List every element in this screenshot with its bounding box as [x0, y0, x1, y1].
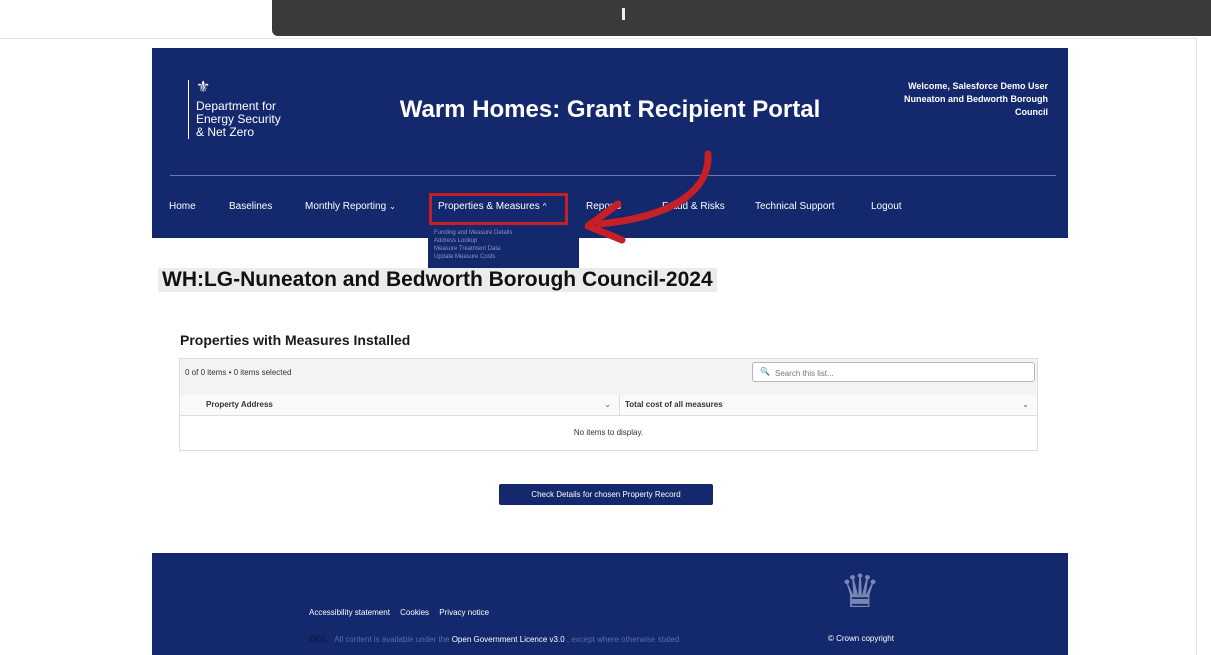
government-crest-icon: ⚜ — [196, 79, 211, 96]
dropdown-item[interactable]: Measure Treatment Data — [428, 245, 579, 253]
nav-monthly-reporting[interactable]: Monthly Reporting ⌄ — [305, 201, 396, 212]
nav-baselines[interactable]: Baselines — [229, 201, 272, 212]
licence-prefix: All content is available under the — [334, 635, 450, 644]
column-property-address[interactable]: Property Address ⌄ — [180, 395, 620, 415]
dropdown-item[interactable]: Update Measure Costs — [428, 253, 579, 261]
welcome-message: Welcome, Salesforce Demo User Nuneaton a… — [904, 81, 1048, 117]
annotation-arrow — [584, 150, 712, 244]
properties-dropdown-menu: Funding and Measure Details Address Look… — [428, 225, 579, 270]
licence-link[interactable]: Open Government Licence v3.0 — [452, 635, 565, 644]
nav-home[interactable]: Home — [169, 201, 196, 212]
empty-state: No items to display. — [573, 428, 644, 437]
footer-link-privacy[interactable]: Privacy notice — [439, 608, 489, 617]
crown-copyright[interactable]: © Crown copyright — [828, 634, 894, 643]
licence-suffix: , except where otherwise stated — [566, 635, 680, 644]
chevron-down-icon[interactable]: ⌄ — [604, 395, 611, 415]
tab-indicator — [622, 8, 625, 20]
table-header: Property Address ⌄ Total cost of all mea… — [180, 395, 1037, 416]
dropdown-item[interactable]: Address Lookup — [428, 237, 579, 245]
dropdown-item[interactable]: Funding and Measure Details — [428, 229, 579, 237]
item-count: 0 of 0 items • 0 items selected — [185, 368, 292, 377]
search-input[interactable] — [773, 365, 1027, 381]
section-title: Properties with Measures Installed — [180, 332, 411, 348]
check-details-button[interactable]: Check Details for chosen Property Record — [499, 484, 713, 505]
page-title: WH:LG-Nuneaton and Bedworth Borough Coun… — [158, 268, 717, 292]
search-box[interactable]: 🔍 — [752, 362, 1035, 382]
nav-technical-support[interactable]: Technical Support — [755, 201, 835, 212]
ogl-logo: OGL — [309, 634, 329, 644]
scrollbar-track[interactable] — [1196, 38, 1211, 655]
footer-link-cookies[interactable]: Cookies — [400, 608, 429, 617]
list-toolbar: 0 of 0 items • 0 items selected 🔍 — [180, 359, 1037, 396]
footer-link-accessibility[interactable]: Accessibility statement — [309, 608, 390, 617]
royal-coat-of-arms-icon: ♛ — [839, 565, 881, 617]
browser-top-bar — [272, 0, 1211, 36]
nav-logout[interactable]: Logout — [871, 201, 902, 212]
site-footer: Accessibility statement Cookies Privacy … — [152, 553, 1068, 655]
licence-statement: OGL All content is available under the O… — [309, 634, 679, 644]
properties-list: 0 of 0 items • 0 items selected 🔍 Proper… — [179, 358, 1038, 451]
browser-divider — [0, 38, 1211, 39]
search-icon: 🔍 — [760, 367, 770, 376]
footer-links: Accessibility statement Cookies Privacy … — [309, 608, 497, 617]
chevron-down-icon[interactable]: ⌄ — [1022, 395, 1029, 415]
column-total-cost[interactable]: Total cost of all measures ⌄ — [620, 395, 1037, 415]
nav-highlight-box — [429, 193, 568, 225]
chevron-down-icon: ⌄ — [389, 202, 396, 211]
